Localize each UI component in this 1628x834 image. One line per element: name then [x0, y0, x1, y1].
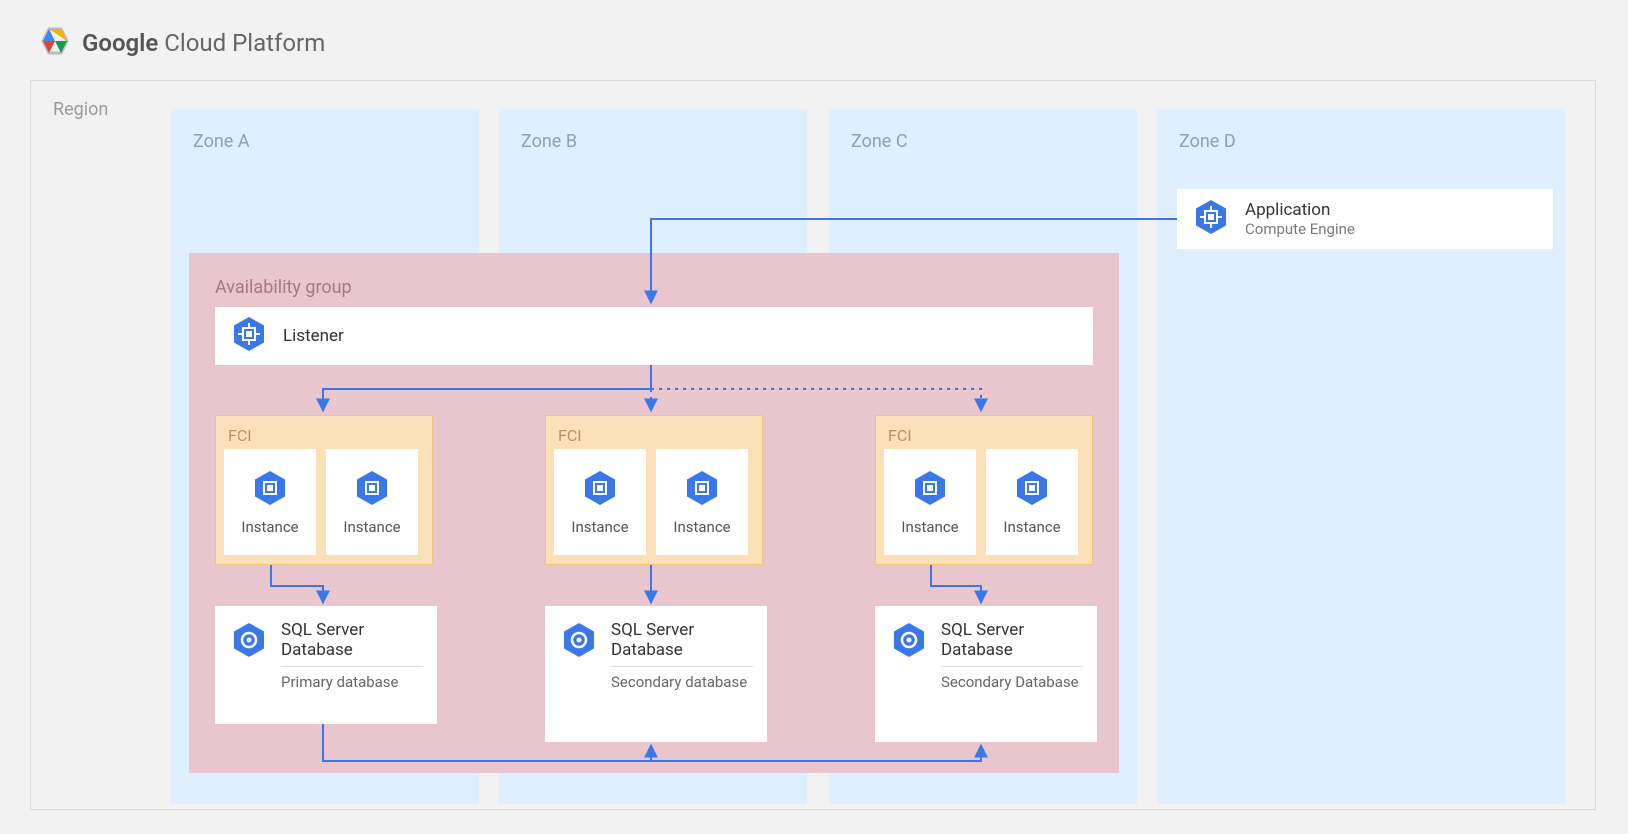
zone-b-label: Zone B — [521, 131, 577, 152]
db-title: SQL Server Database — [941, 620, 1083, 660]
instance-label: Instance — [571, 518, 628, 536]
db-title: SQL Server Database — [611, 620, 753, 660]
db-title: SQL Server Database — [281, 620, 423, 660]
fci-label: FCI — [228, 426, 424, 445]
compute-engine-icon — [910, 468, 950, 512]
instance-card: Instance — [224, 449, 316, 555]
fci-label: FCI — [888, 426, 1084, 445]
compute-engine-icon — [580, 468, 620, 512]
gcp-logo-icon — [40, 26, 70, 60]
fci-group-3: FCI Instance Instance — [875, 415, 1093, 565]
db-role: Secondary Database — [941, 673, 1083, 691]
brand-bold: Google — [82, 29, 158, 57]
sql-server-db-primary: SQL Server Database Primary database — [215, 606, 437, 724]
zone-a-label: Zone A — [193, 131, 250, 152]
application-card: Application Compute Engine — [1177, 189, 1553, 249]
region-box: Region Zone A Zone B Zone C Zone D — [30, 80, 1596, 810]
cloud-sql-icon — [229, 620, 269, 710]
listener-card: Listener — [215, 307, 1093, 365]
cloud-sql-icon — [559, 620, 599, 728]
compute-engine-icon — [250, 468, 290, 512]
instance-label: Instance — [343, 518, 400, 536]
instance-card: Instance — [656, 449, 748, 555]
instance-label: Instance — [901, 518, 958, 536]
brand: Google Cloud Platform — [40, 26, 325, 60]
compute-engine-icon — [1191, 197, 1231, 241]
fci-label: FCI — [558, 426, 754, 445]
compute-engine-icon — [682, 468, 722, 512]
instance-label: Instance — [1003, 518, 1060, 536]
sql-server-db-secondary-2: SQL Server Database Secondary Database — [875, 606, 1097, 742]
brand-text: Google Cloud Platform — [82, 29, 325, 57]
instance-card: Instance — [884, 449, 976, 555]
instance-label: Instance — [241, 518, 298, 536]
fci-group-2: FCI Instance Instance — [545, 415, 763, 565]
instance-label: Instance — [673, 518, 730, 536]
region-label: Region — [53, 99, 108, 120]
sql-server-db-secondary-1: SQL Server Database Secondary database — [545, 606, 767, 742]
db-role: Secondary database — [611, 673, 753, 691]
compute-engine-icon — [1012, 468, 1052, 512]
zone-c-label: Zone C — [851, 131, 908, 152]
compute-engine-icon — [352, 468, 392, 512]
application-title: Application — [1245, 200, 1539, 220]
instance-card: Instance — [554, 449, 646, 555]
fci-group-1: FCI Instance Instance — [215, 415, 433, 565]
application-subtitle: Compute Engine — [1245, 220, 1539, 238]
compute-engine-icon — [229, 314, 269, 358]
listener-title: Listener — [283, 326, 1079, 346]
availability-group-label: Availability group — [215, 277, 352, 298]
brand-rest: Cloud Platform — [158, 29, 325, 57]
page: Google Cloud Platform Region Zone A Zone… — [0, 0, 1628, 834]
instance-card: Instance — [326, 449, 418, 555]
cloud-sql-icon — [889, 620, 929, 728]
instance-card: Instance — [986, 449, 1078, 555]
zone-d-label: Zone D — [1179, 131, 1236, 152]
db-role: Primary database — [281, 673, 423, 691]
